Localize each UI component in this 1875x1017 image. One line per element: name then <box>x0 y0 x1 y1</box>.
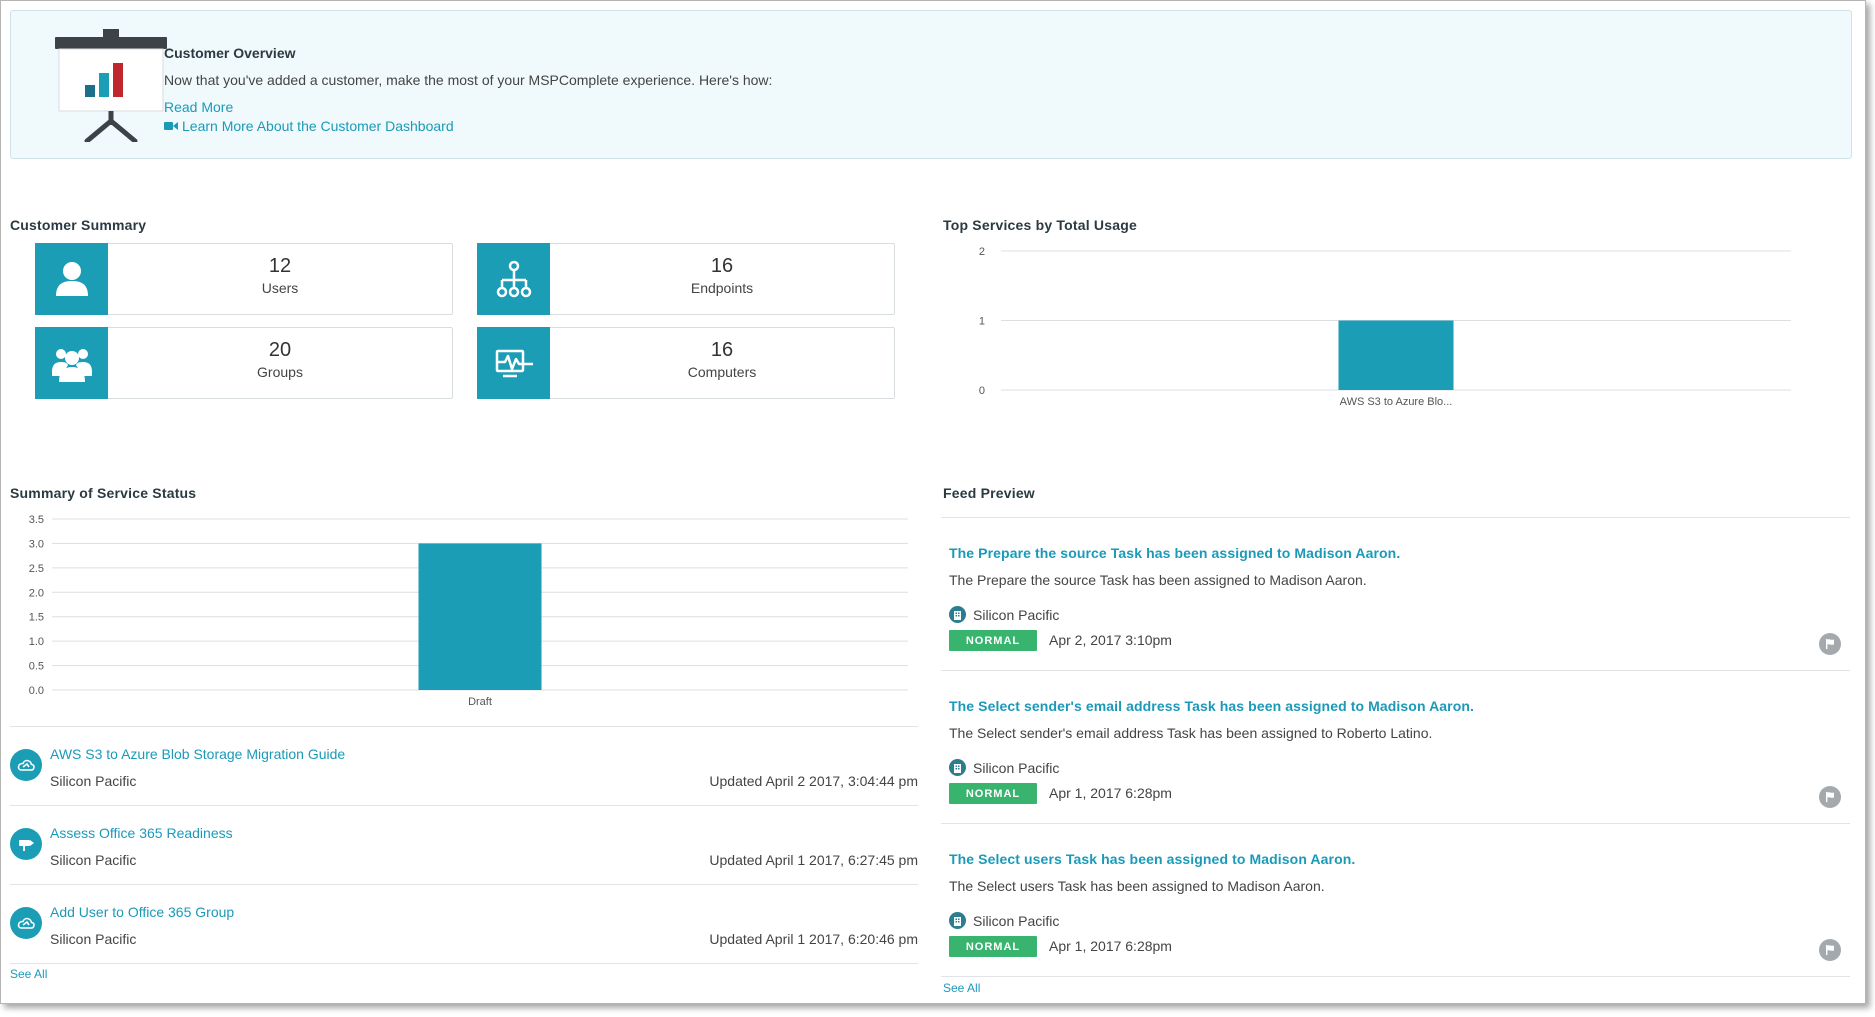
feed-item[interactable]: The Select users Task has been assigned … <box>941 824 1850 977</box>
users-count: 12 <box>268 255 292 277</box>
service-status-title: Summary of Service Status <box>10 485 197 501</box>
service-updated: Updated April 2 2017, 3:04:44 pm <box>709 773 918 789</box>
feed-item-title[interactable]: The Select sender's email address Task h… <box>949 698 1474 714</box>
cloud-icon <box>10 907 42 939</box>
flag-icon[interactable] <box>1819 633 1841 655</box>
feed-item-title[interactable]: The Select users Task has been assigned … <box>949 851 1355 867</box>
y-tick-label: 2.5 <box>29 563 44 575</box>
presentation-chart-icon <box>55 29 167 142</box>
users-label: Users <box>261 280 299 296</box>
groups-card[interactable]: 20 Groups <box>35 327 453 399</box>
endpoints-count: 16 <box>710 255 734 277</box>
y-tick-label: 1.0 <box>29 636 44 648</box>
read-more-link[interactable]: Read More <box>164 99 233 115</box>
network-icon <box>477 243 550 315</box>
users-card[interactable]: 12 Users <box>35 243 453 315</box>
flag-icon[interactable] <box>1819 786 1841 808</box>
x-tick-label: AWS S3 to Azure Blo... <box>1340 396 1453 408</box>
y-tick-label: 1.5 <box>29 612 44 624</box>
y-tick-label: 2.0 <box>29 587 44 599</box>
service-org: Silicon Pacific <box>50 773 137 789</box>
y-tick-label: 3.5 <box>29 514 44 526</box>
service-org: Silicon Pacific <box>50 931 137 947</box>
y-tick-label: 0.0 <box>29 685 44 697</box>
video-camera-icon <box>164 122 178 130</box>
bar <box>1338 320 1454 390</box>
computers-label: Computers <box>687 364 757 380</box>
organization-icon <box>949 912 966 929</box>
groups-count: 20 <box>268 339 292 361</box>
feed-item-description: The Prepare the source Task has been ass… <box>949 572 1367 588</box>
endpoints-card[interactable]: 16 Endpoints <box>477 243 895 315</box>
signpost-icon <box>10 828 42 860</box>
service-list-item[interactable]: Assess Office 365 Readiness Silicon Paci… <box>10 806 918 885</box>
y-tick-label: 2 <box>979 246 985 258</box>
service-title[interactable]: Assess Office 365 Readiness <box>50 825 233 841</box>
y-tick-label: 3.0 <box>29 538 44 550</box>
service-updated: Updated April 1 2017, 6:20:46 pm <box>709 931 918 947</box>
feed-item[interactable]: The Select sender's email address Task h… <box>941 671 1850 824</box>
service-updated: Updated April 1 2017, 6:27:45 pm <box>709 852 918 868</box>
feed-item-date: Apr 1, 2017 6:28pm <box>1049 785 1172 801</box>
feed-item-title[interactable]: The Prepare the source Task has been ass… <box>949 545 1400 561</box>
feed-see-all-link[interactable]: See All <box>943 981 980 995</box>
learn-more-link[interactable]: Learn More About the Customer Dashboard <box>164 118 454 134</box>
service-see-all-link[interactable]: See All <box>10 967 47 981</box>
top-services-chart: 0 1 2 AWS S3 to Azure Blo... <box>979 246 1791 408</box>
priority-badge: NORMAL <box>949 783 1037 804</box>
priority-badge: NORMAL <box>949 630 1037 651</box>
feed-item-org-name: Silicon Pacific <box>973 759 1060 776</box>
group-icon <box>35 327 108 399</box>
flag-icon[interactable] <box>1819 939 1841 961</box>
feed-item-date: Apr 2, 2017 3:10pm <box>1049 632 1172 648</box>
dashboard-frame: Customer Overview Now that you've added … <box>0 0 1866 1004</box>
feed-item-date: Apr 1, 2017 6:28pm <box>1049 938 1172 954</box>
service-list-item[interactable]: Add User to Office 365 Group Silicon Pac… <box>10 885 918 964</box>
priority-badge: NORMAL <box>949 936 1037 957</box>
feed-preview-title: Feed Preview <box>943 485 1035 501</box>
y-tick-label: 0 <box>979 385 985 397</box>
banner-title: Customer Overview <box>164 45 296 61</box>
service-org: Silicon Pacific <box>50 852 137 868</box>
bar <box>418 543 542 690</box>
feed-item-description: The Select sender's email address Task h… <box>949 725 1433 741</box>
computers-card[interactable]: 16 Computers <box>477 327 895 399</box>
feed-item-org: Silicon Pacific <box>949 912 1059 929</box>
x-tick-label: Draft <box>468 696 492 708</box>
feed-item[interactable]: The Prepare the source Task has been ass… <box>941 518 1850 671</box>
learn-more-label: Learn More About the Customer Dashboard <box>182 118 454 134</box>
cloud-icon <box>10 749 42 781</box>
service-status-chart: 0.0 0.5 1.0 1.5 2.0 2.5 3.0 3.5 Draft <box>29 514 908 708</box>
computer-activity-icon <box>477 327 550 399</box>
customer-overview-banner: Customer Overview Now that you've added … <box>10 10 1852 159</box>
feed-item-org: Silicon Pacific <box>949 606 1059 623</box>
service-title[interactable]: AWS S3 to Azure Blob Storage Migration G… <box>50 746 345 762</box>
endpoints-label: Endpoints <box>690 280 754 296</box>
feed-item-org-name: Silicon Pacific <box>973 606 1060 623</box>
feed-item-org-name: Silicon Pacific <box>973 912 1060 929</box>
y-tick-label: 0.5 <box>29 661 44 673</box>
groups-label: Groups <box>257 364 303 380</box>
organization-icon <box>949 759 966 776</box>
organization-icon <box>949 606 966 623</box>
service-list-item[interactable]: AWS S3 to Azure Blob Storage Migration G… <box>10 727 918 806</box>
feed-item-org: Silicon Pacific <box>949 759 1059 776</box>
y-tick-label: 1 <box>979 316 985 328</box>
user-icon <box>35 243 108 315</box>
computers-count: 16 <box>710 339 734 361</box>
service-title[interactable]: Add User to Office 365 Group <box>50 904 234 920</box>
top-services-title: Top Services by Total Usage <box>943 217 1137 233</box>
customer-summary-title: Customer Summary <box>10 217 147 233</box>
feed-item-description: The Select users Task has been assigned … <box>949 878 1325 894</box>
banner-description: Now that you've added a customer, make t… <box>164 72 773 88</box>
